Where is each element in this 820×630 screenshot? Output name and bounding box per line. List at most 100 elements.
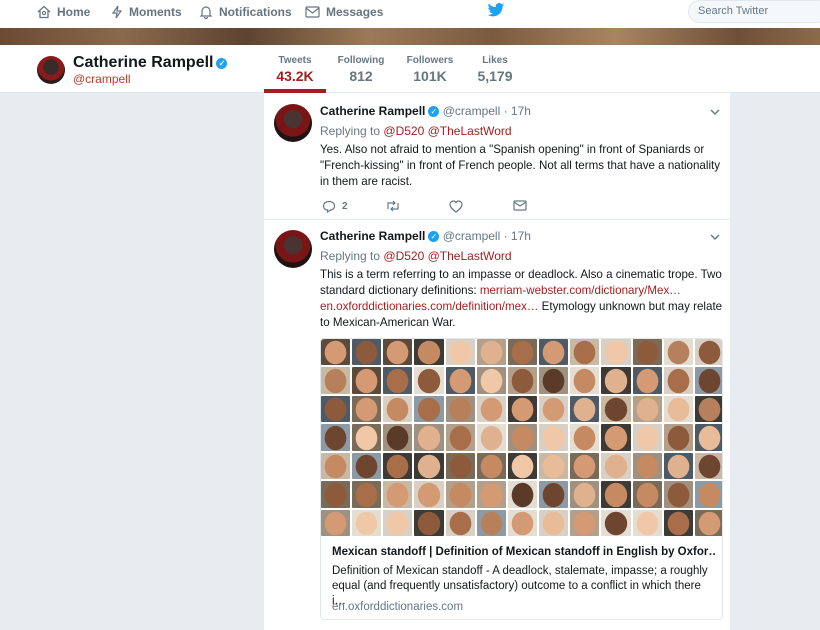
replying-prefix: Replying to: [320, 249, 381, 263]
face-thumbnail: [663, 367, 693, 394]
url-link[interactable]: en.oxforddictionaries.com/definition/mex…: [320, 300, 538, 313]
face-thumbnail: [632, 367, 662, 394]
like-button[interactable]: [449, 200, 463, 213]
reply-count: 2: [342, 201, 348, 212]
stat-value: 43.2K: [276, 68, 314, 84]
face-thumbnail: [663, 424, 693, 451]
face-thumbnail: [383, 339, 413, 366]
face-thumbnail: [539, 367, 569, 394]
envelope-icon: [305, 6, 320, 18]
search-placeholder: Search Twitter: [698, 5, 769, 17]
face-thumbnail: [383, 424, 413, 451]
card-url: en.oxforddictionaries.com: [332, 601, 464, 613]
face-thumbnail: [539, 424, 569, 451]
tweet-author-name[interactable]: Catherine Rampell: [320, 104, 425, 118]
face-thumbnail: [601, 367, 631, 394]
tweet-author-handle[interactable]: @crampell: [443, 104, 501, 118]
face-thumbnail: [507, 339, 538, 366]
face-thumbnail: [352, 424, 382, 451]
card-image-mosaic: [321, 339, 722, 536]
nav-messages[interactable]: Messages: [305, 0, 383, 24]
face-thumbnail: [321, 509, 351, 536]
chevron-down-icon[interactable]: [710, 232, 720, 242]
home-icon: [37, 5, 51, 19]
tweet-time[interactable]: · 17h: [504, 104, 531, 118]
stat-likes[interactable]: Likes 5,179: [472, 55, 518, 84]
nav-moments[interactable]: Moments: [111, 0, 182, 24]
face-thumbnail: [632, 339, 662, 366]
face-thumbnail: [383, 367, 413, 394]
stat-value: 101K: [413, 68, 447, 84]
retweet-icon: [387, 200, 399, 212]
mention-link[interactable]: @TheLastWord: [428, 249, 512, 263]
face-thumbnail: [601, 452, 631, 480]
face-thumbnail: [570, 395, 600, 423]
tweet-author-name[interactable]: Catherine Rampell: [320, 229, 425, 243]
face-thumbnail: [570, 509, 600, 536]
mention-link[interactable]: @TheLastWord: [428, 124, 512, 138]
direct-message-button[interactable]: [513, 200, 527, 211]
replying-to: Replying to @D520 @TheLastWord: [320, 249, 512, 263]
profile-handle: @crampell: [73, 72, 131, 86]
face-thumbnail: [321, 481, 351, 508]
link-card[interactable]: Mexican standoff | Definition of Mexican…: [320, 338, 723, 620]
tweet-author-handle[interactable]: @crampell: [443, 229, 501, 243]
avatar[interactable]: [37, 56, 65, 84]
nav-home[interactable]: Home: [37, 0, 90, 24]
profile-name[interactable]: Catherine Rampell ✓: [73, 54, 228, 72]
profile-name-text: Catherine Rampell: [73, 54, 214, 71]
face-thumbnail: [570, 367, 600, 394]
stat-label: Following: [337, 55, 385, 66]
face-thumbnail: [321, 339, 351, 366]
face-thumbnail: [414, 367, 444, 394]
face-thumbnail: [352, 509, 382, 536]
avatar[interactable]: [274, 230, 312, 268]
face-thumbnail: [663, 509, 693, 536]
face-thumbnail: [321, 367, 351, 394]
reply-icon: [322, 200, 336, 213]
stat-followers[interactable]: Followers 101K: [403, 55, 457, 84]
stat-following[interactable]: Following 812: [334, 55, 388, 84]
mention-link[interactable]: @D520: [383, 249, 424, 263]
bell-icon: [199, 6, 213, 19]
face-thumbnail: [694, 452, 722, 480]
face-thumbnail: [352, 339, 382, 366]
lightning-icon: [111, 5, 123, 19]
search-input[interactable]: Search Twitter: [688, 0, 820, 23]
face-thumbnail: [632, 481, 662, 508]
face-thumbnail: [414, 424, 444, 451]
chevron-down-icon[interactable]: [710, 107, 720, 117]
retweet-button[interactable]: [385, 200, 401, 212]
mention-link[interactable]: @D520: [383, 124, 424, 138]
twitter-bird-icon[interactable]: [487, 3, 505, 23]
face-thumbnail: [445, 509, 475, 536]
face-thumbnail: [445, 452, 475, 480]
reply-button[interactable]: 2: [322, 200, 348, 213]
url-link[interactable]: merriam-webster.com/dictionary/Mex…: [480, 284, 681, 297]
face-thumbnail: [663, 395, 693, 423]
face-thumbnail: [601, 339, 631, 366]
stat-tweets[interactable]: Tweets 43.2K: [264, 55, 326, 84]
replying-to: Replying to @D520 @TheLastWord: [320, 124, 512, 138]
tweet[interactable]: Catherine Rampell ✓ @crampell · 17h Reply…: [264, 220, 730, 630]
face-thumbnail: [663, 452, 693, 480]
tweet[interactable]: Catherine Rampell ✓ @crampell · 17h Reply…: [264, 93, 730, 220]
face-thumbnail: [601, 481, 631, 508]
face-thumbnail: [663, 481, 693, 508]
nav-notifications-label: Notifications: [219, 5, 292, 19]
face-thumbnail: [383, 481, 413, 508]
nav-notifications[interactable]: Notifications: [199, 0, 292, 24]
stat-label: Likes: [482, 55, 508, 66]
face-thumbnail: [383, 452, 413, 480]
profile-banner: [0, 28, 820, 45]
face-thumbnail: [321, 395, 351, 423]
face-thumbnail: [476, 395, 506, 423]
face-thumbnail: [632, 452, 662, 480]
face-thumbnail: [570, 481, 600, 508]
face-thumbnail: [570, 452, 600, 480]
face-thumbnail: [694, 481, 722, 508]
tweet-time[interactable]: · 17h: [504, 229, 531, 243]
avatar[interactable]: [274, 104, 312, 142]
face-thumbnail: [507, 481, 538, 508]
face-thumbnail: [694, 509, 722, 536]
